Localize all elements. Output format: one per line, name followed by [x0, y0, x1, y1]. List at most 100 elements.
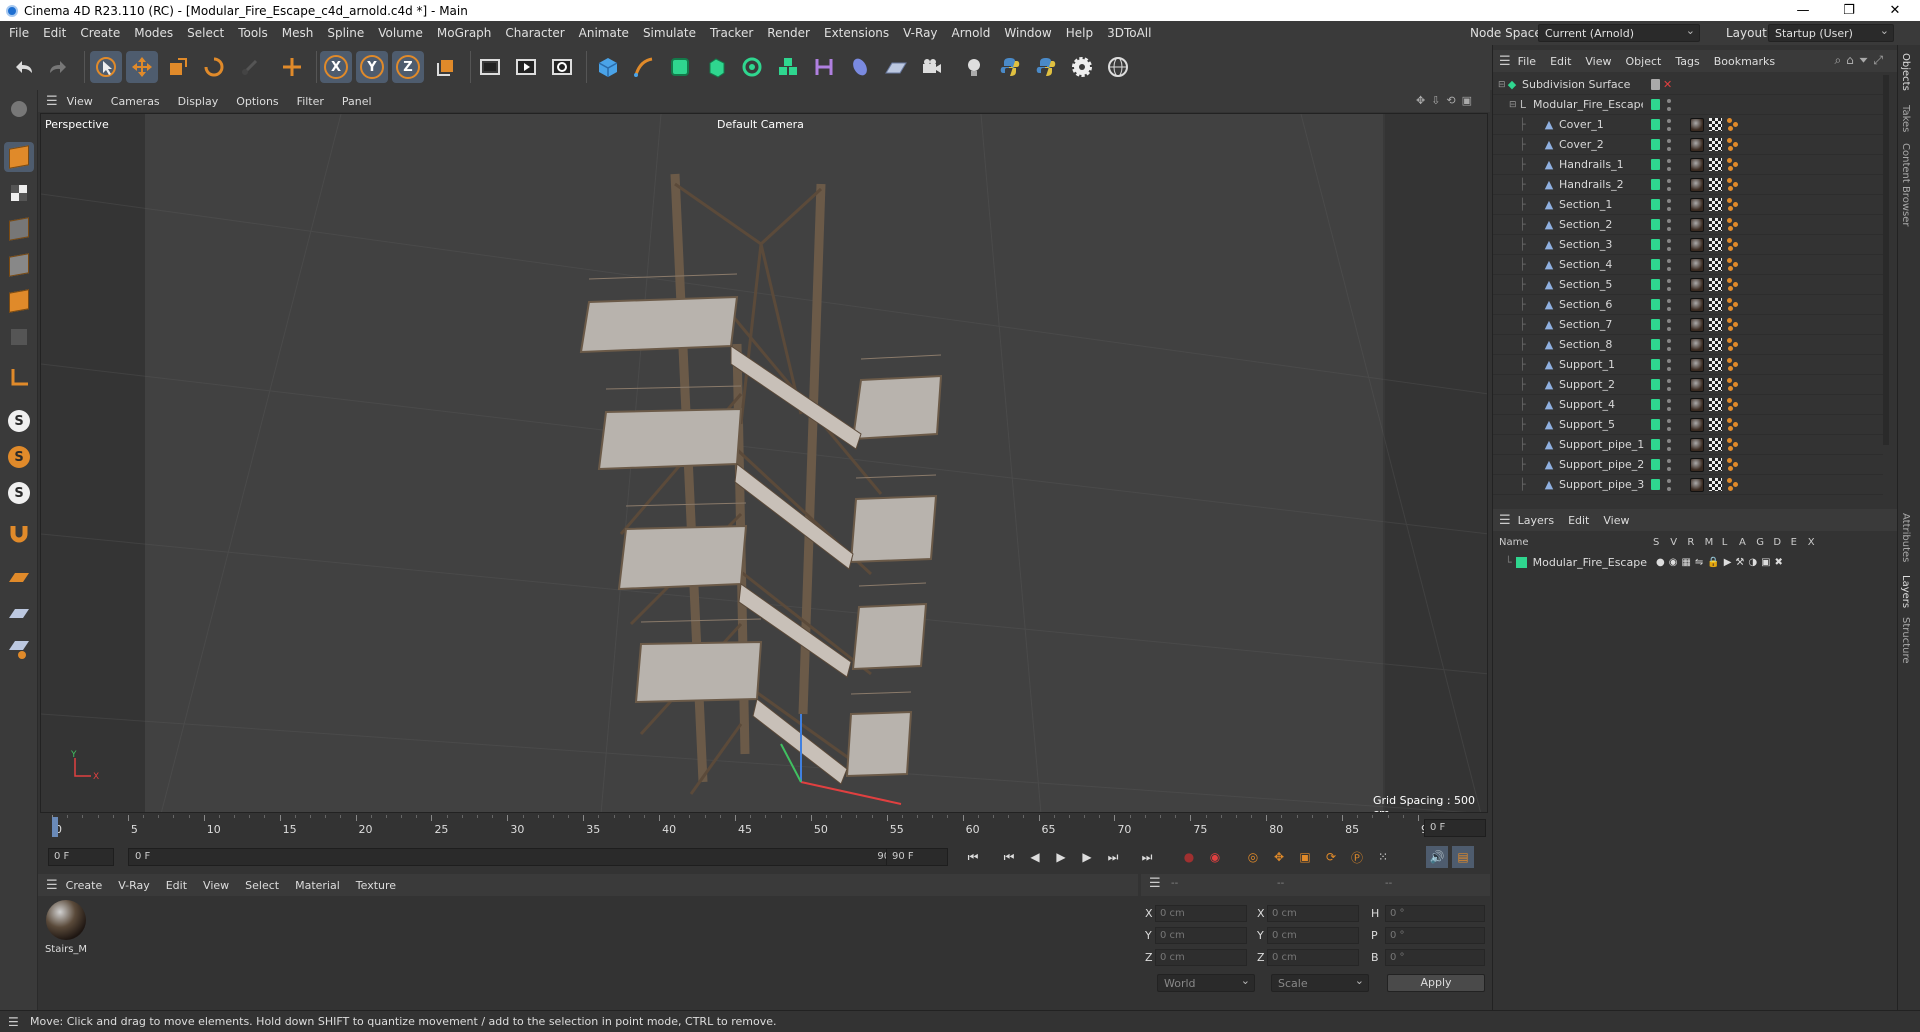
collapse-icon[interactable]: ⊟	[1509, 100, 1517, 110]
layer-column-d[interactable]: D	[1773, 537, 1781, 548]
globe-icon[interactable]	[1102, 51, 1134, 83]
playhead[interactable]	[52, 817, 58, 837]
sound-icon[interactable]: 🔊	[1426, 846, 1448, 868]
layer-color-swatch[interactable]	[1651, 239, 1660, 250]
tab-takes[interactable]: Takes	[1900, 105, 1911, 132]
material-tag-icon[interactable]	[1690, 237, 1704, 252]
object-menu-file[interactable]: File	[1511, 55, 1543, 68]
object-row[interactable]: ├ ▲ Support_pipe_2	[1493, 455, 1883, 475]
material-thumbnail[interactable]: Stairs_M	[44, 900, 88, 960]
object-row[interactable]: ├ ▲ Section_5	[1493, 275, 1883, 295]
viewport-menu-panel[interactable]: Panel	[333, 95, 381, 108]
menu-edit[interactable]: Edit	[36, 26, 73, 40]
phong-tag-icon[interactable]	[1727, 378, 1739, 391]
workplane-icon[interactable]	[4, 562, 34, 592]
menu-file[interactable]: File	[2, 26, 36, 40]
visibility-dots[interactable]	[1667, 478, 1671, 491]
visibility-dots[interactable]	[1667, 418, 1671, 431]
phong-tag-icon[interactable]	[1727, 298, 1739, 311]
subdivision-surface-icon[interactable]	[664, 51, 696, 83]
layer-menu-layers[interactable]: Layers	[1511, 514, 1561, 527]
uvw-tag-icon[interactable]	[1709, 278, 1722, 291]
material-hamburger-icon[interactable]: ☰	[46, 878, 58, 893]
autokey-icon[interactable]: ◉	[1204, 846, 1226, 868]
uvw-tag-icon[interactable]	[1709, 458, 1722, 471]
uvw-tag-icon[interactable]	[1709, 258, 1722, 271]
layer-menu-edit[interactable]: Edit	[1561, 514, 1596, 527]
material-tag-icon[interactable]	[1690, 277, 1704, 292]
menu-help[interactable]: Help	[1059, 26, 1100, 40]
minimize-button[interactable]: —	[1780, 0, 1826, 21]
visibility-dots[interactable]	[1667, 398, 1671, 411]
menu-mesh[interactable]: Mesh	[275, 26, 321, 40]
layer-column-l[interactable]: L	[1722, 537, 1728, 548]
uv-mode-icon[interactable]	[4, 322, 34, 352]
material-tag-icon[interactable]	[1690, 157, 1704, 172]
tab-attributes[interactable]: Attributes	[1900, 513, 1911, 562]
layer-color-swatch[interactable]	[1651, 259, 1660, 270]
floor-icon[interactable]	[880, 51, 912, 83]
menu-3dtoall[interactable]: 3DToAll	[1100, 26, 1158, 40]
material-tag-icon[interactable]	[1690, 297, 1704, 312]
material-tag-icon[interactable]	[1690, 177, 1704, 192]
coordinate-system-icon[interactable]	[430, 51, 462, 83]
visibility-dots[interactable]	[1667, 378, 1671, 391]
material-menu-view[interactable]: View	[195, 879, 237, 892]
layer-color-swatch[interactable]	[1651, 159, 1660, 170]
size-x-field[interactable]: 0 cm	[1267, 905, 1359, 922]
render-settings-icon[interactable]	[546, 51, 578, 83]
material-tag-icon[interactable]	[1690, 437, 1704, 452]
layer-color-swatch[interactable]	[1651, 79, 1660, 90]
layer-color-swatch[interactable]	[1651, 459, 1660, 470]
hamburger-icon[interactable]: ☰	[46, 94, 58, 109]
layer-color-swatch[interactable]	[1651, 219, 1660, 230]
snap-icon[interactable]: S	[4, 406, 34, 436]
menu-mograph[interactable]: MoGraph	[430, 26, 499, 40]
size-z-field[interactable]: 0 cm	[1267, 949, 1359, 966]
node-space-dropdown[interactable]: Current (Arnold)	[1538, 24, 1700, 42]
current-frame-field[interactable]: 0 F	[1424, 819, 1486, 837]
layer-column-s[interactable]: S	[1653, 537, 1659, 548]
tab-objects[interactable]: Objects	[1900, 53, 1911, 91]
phong-tag-icon[interactable]	[1727, 478, 1739, 491]
scale-tool-icon[interactable]	[162, 51, 194, 83]
menu-character[interactable]: Character	[498, 26, 571, 40]
apply-button[interactable]: Apply	[1387, 974, 1485, 992]
scale-mode-dropdown[interactable]: Scale	[1271, 974, 1369, 992]
phong-tag-icon[interactable]	[1727, 118, 1739, 131]
keyframe-selection-icon[interactable]: ◎	[1242, 846, 1264, 868]
tab-layers[interactable]: Layers	[1900, 575, 1911, 608]
phong-tag-icon[interactable]	[1727, 398, 1739, 411]
layer-color-swatch[interactable]	[1651, 479, 1660, 490]
uvw-tag-icon[interactable]	[1709, 478, 1722, 491]
layer-color-swatch[interactable]	[1651, 119, 1660, 130]
gear-icon[interactable]	[1066, 51, 1098, 83]
phong-tag-icon[interactable]	[1727, 138, 1739, 151]
select-tool-icon[interactable]	[90, 51, 122, 83]
key-pla-icon[interactable]: ⁙	[1372, 846, 1394, 868]
visibility-dots[interactable]	[1667, 258, 1671, 271]
object-row[interactable]: ├ ▲ Support_1	[1493, 355, 1883, 375]
previous-key-icon[interactable]: ⏮	[998, 846, 1020, 868]
visibility-dots[interactable]	[1667, 338, 1671, 351]
material-menu-texture[interactable]: Texture	[348, 879, 404, 892]
visibility-dots[interactable]	[1667, 158, 1671, 171]
next-key-icon[interactable]: ⏭	[1102, 846, 1124, 868]
python-script-icon[interactable]	[1030, 51, 1062, 83]
status-hamburger-icon[interactable]: ☰	[8, 1015, 19, 1029]
layer-color-swatch[interactable]	[1651, 179, 1660, 190]
phong-tag-icon[interactable]	[1727, 358, 1739, 371]
layer-color-swatch[interactable]	[1651, 439, 1660, 450]
phong-tag-icon[interactable]	[1727, 278, 1739, 291]
move-tool-icon[interactable]	[126, 51, 158, 83]
rotation-p-field[interactable]: 0 °	[1385, 927, 1485, 944]
object-row[interactable]: ├ ▲ Section_8	[1493, 335, 1883, 355]
uvw-tag-icon[interactable]	[1709, 298, 1722, 311]
layer-color-swatch[interactable]	[1651, 99, 1660, 110]
layers-hamburger-icon[interactable]: ☰	[1499, 513, 1511, 528]
material-tag-icon[interactable]	[1690, 317, 1704, 332]
phong-tag-icon[interactable]	[1727, 438, 1739, 451]
uvw-tag-icon[interactable]	[1709, 358, 1722, 371]
tab-content-browser[interactable]: Content Browser	[1900, 143, 1911, 226]
uvw-tag-icon[interactable]	[1709, 118, 1722, 131]
